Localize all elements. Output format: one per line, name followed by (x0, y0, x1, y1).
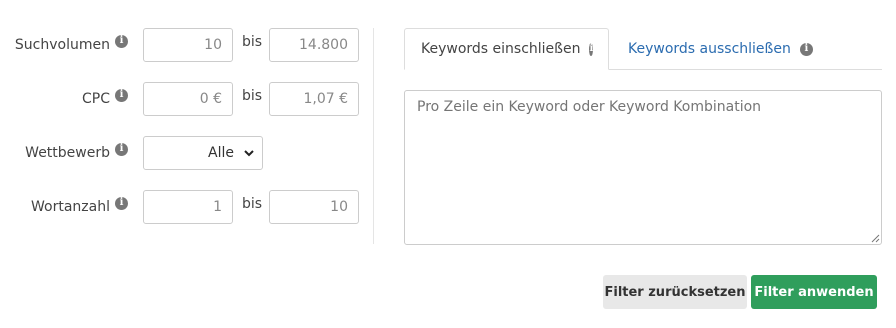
wortanzahl-to-input[interactable] (269, 190, 359, 224)
cpc-label: CPC i (82, 82, 128, 116)
wettbewerb-selected-value: Alle (208, 145, 234, 161)
info-icon[interactable]: i (115, 142, 128, 156)
wortanzahl-bis-label: bis (242, 196, 263, 212)
suchvolumen-label: Suchvolumen i (15, 28, 128, 62)
tab-keywords-einschliessen-label: Keywords einschließen (421, 41, 581, 57)
cpc-to-input[interactable] (269, 82, 359, 116)
info-icon[interactable]: i (589, 42, 594, 56)
filter-row-wettbewerb: Wettbewerb i Alle (0, 136, 360, 170)
tab-keywords-ausschliessen-label: Keywords ausschließen (628, 41, 791, 57)
suchvolumen-to-input[interactable] (269, 28, 359, 62)
tab-keywords-einschliessen[interactable]: Keywords einschließen i (404, 28, 609, 70)
suchvolumen-label-box: Suchvolumen i (0, 28, 128, 62)
filter-row-cpc: CPC i bis (0, 82, 360, 116)
apply-filter-button[interactable]: Filter anwenden (751, 275, 877, 309)
chevron-down-icon (244, 150, 254, 157)
wortanzahl-label-text: Wortanzahl (31, 199, 110, 215)
keywords-textarea[interactable] (404, 90, 882, 245)
resize-handle-icon[interactable] (868, 231, 880, 243)
filter-row-suchvolumen: Suchvolumen i bis (0, 28, 360, 62)
filter-row-wortanzahl: Wortanzahl i bis (0, 190, 360, 224)
cpc-label-text: CPC (82, 91, 110, 107)
wettbewerb-label-box: Wettbewerb i (0, 136, 128, 170)
wettbewerb-select[interactable]: Alle (143, 136, 263, 170)
info-icon[interactable]: i (115, 196, 128, 210)
keyword-tabs: Keywords einschließen i Keywords ausschl… (404, 28, 882, 70)
cpc-bis-label: bis (242, 88, 263, 104)
wettbewerb-label-text: Wettbewerb (25, 145, 110, 161)
suchvolumen-bis-label: bis (242, 34, 263, 50)
cpc-label-box: CPC i (0, 82, 128, 116)
reset-filter-button[interactable]: Filter zurücksetzen (603, 275, 747, 309)
info-icon[interactable]: i (115, 34, 128, 48)
wortanzahl-label: Wortanzahl i (31, 190, 128, 224)
column-divider (373, 28, 374, 244)
info-icon[interactable]: i (115, 88, 128, 102)
wortanzahl-from-input[interactable] (143, 190, 233, 224)
suchvolumen-label-text: Suchvolumen (14, 37, 110, 53)
suchvolumen-from-input[interactable] (143, 28, 233, 62)
info-icon[interactable]: i (799, 42, 813, 56)
tab-keywords-ausschliessen[interactable]: Keywords ausschließen i (612, 28, 829, 70)
wortanzahl-label-box: Wortanzahl i (0, 190, 128, 224)
cpc-from-input[interactable] (143, 82, 233, 116)
wettbewerb-label: Wettbewerb i (25, 136, 128, 170)
